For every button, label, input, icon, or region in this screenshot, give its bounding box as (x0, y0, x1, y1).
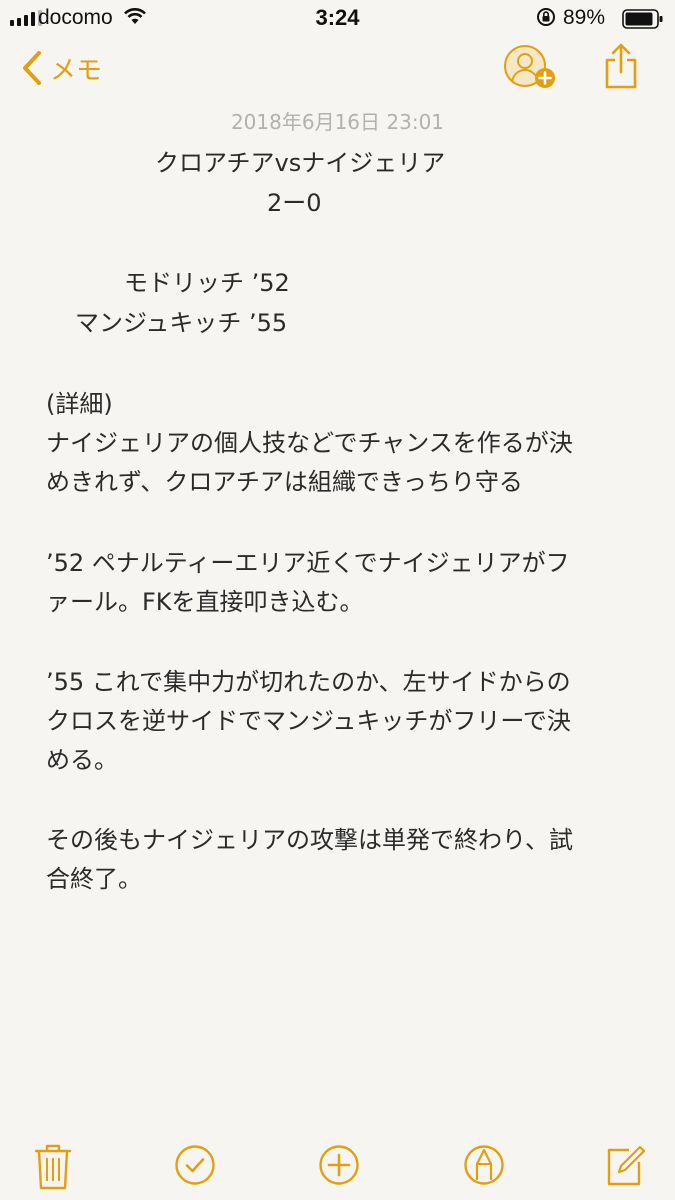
share-icon (605, 43, 637, 89)
note-line: める。 (46, 746, 118, 774)
note-line: モドリッチ ’52 (124, 269, 290, 297)
note-line: 2ー0 (267, 189, 322, 217)
share-button[interactable] (604, 42, 638, 94)
delete-button[interactable] (34, 1142, 72, 1196)
note-line: その後もナイジェリアの攻撃は単発で終わり、試 (46, 826, 574, 854)
compose-button[interactable] (605, 1142, 647, 1192)
chevron-left-icon (23, 51, 41, 85)
rotation-lock-icon (537, 8, 555, 26)
add-person-icon (504, 45, 555, 88)
trash-icon (34, 1144, 72, 1190)
checklist-button[interactable] (174, 1144, 216, 1190)
add-icon (319, 1145, 359, 1185)
note-date: 2018年6月16日 23:01 (230, 110, 445, 134)
battery-icon (622, 9, 663, 29)
back-button[interactable]: メモ (22, 50, 102, 86)
note-line: クロアチアvsナイジェリア (155, 149, 446, 177)
note-line: ’55 これで集中力が切れたのか、左サイドからの (46, 668, 571, 696)
bottom-toolbar (0, 1136, 675, 1200)
markup-icon (464, 1145, 504, 1185)
add-people-button[interactable] (503, 44, 561, 98)
markup-button[interactable] (463, 1142, 505, 1192)
checklist-icon (175, 1145, 215, 1185)
note-line: マンジュキッチ ’55 (75, 309, 288, 337)
navigation-bar: メモ (0, 38, 675, 100)
back-label: メモ (50, 55, 103, 86)
note-line: ァール。FKを直接叩き込む。 (46, 588, 364, 616)
note-line: クロスを逆サイドでマンジュキッチがフリーで決 (46, 707, 571, 735)
note-line: (詳細) (46, 390, 113, 418)
add-attachment-button[interactable] (318, 1144, 360, 1190)
compose-icon (607, 1145, 646, 1186)
battery-percentage: 89% (563, 6, 606, 29)
note-line: めきれず、クロアチアは組織できっちり守る (46, 468, 523, 496)
note-line: ナイジェリアの個人技などでチャンスを作るが決 (46, 429, 573, 457)
note-line: ’52 ペナルティーエリア近くでナイジェリアがフ (46, 549, 570, 577)
note-line: 合終了。 (46, 865, 142, 893)
status-bar: docomo 3:24 89% (0, 0, 675, 38)
